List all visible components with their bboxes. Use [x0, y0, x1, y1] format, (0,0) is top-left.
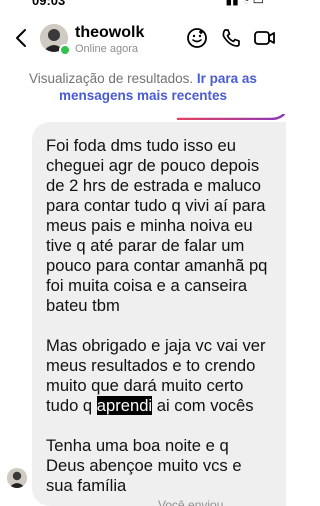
sender-avatar[interactable]	[7, 468, 27, 488]
online-status: Online agora	[75, 43, 138, 55]
sticker-icon	[187, 28, 207, 48]
video-camera-icon	[254, 31, 275, 45]
sticker-button[interactable]	[185, 26, 209, 50]
sent-label-peek: Você enviou	[158, 498, 224, 506]
status-time: 09:03	[32, 0, 66, 8]
sender-avatar-image	[7, 468, 27, 488]
message-paragraph-3: Tenha uma boa noite e q Deus abençoe mui…	[46, 436, 242, 495]
online-indicator	[59, 44, 71, 56]
message-paragraph-2-end: ai com vocês	[156, 396, 254, 415]
username[interactable]: theowolk	[75, 24, 144, 42]
search-highlight: aprendi	[96, 396, 153, 415]
status-bar: 09:03 ▮▮ ◔ ▭	[0, 0, 286, 14]
phone-icon	[222, 29, 240, 47]
search-results-notice: Visualização de resultados. Ir para as m…	[20, 70, 266, 104]
chat-header: theowolk Online agora	[0, 14, 286, 64]
back-button[interactable]	[12, 26, 30, 50]
status-icons: ▮▮ ◔ ▭	[225, 0, 264, 7]
call-button[interactable]	[219, 26, 243, 50]
video-call-button[interactable]	[253, 26, 277, 50]
scroll-accent-line	[176, 114, 286, 120]
notice-text: Visualização de resultados.	[29, 71, 194, 86]
message-paragraph-1: Foi foda dms tudo isso eu cheguei agr de…	[46, 136, 268, 315]
back-chevron-icon	[16, 29, 26, 47]
message-text: Foi foda dms tudo isso eu cheguei agr de…	[46, 136, 272, 496]
message-paragraph-2: Mas obrigado e jaja vc vai ver meus resu…	[46, 336, 272, 416]
